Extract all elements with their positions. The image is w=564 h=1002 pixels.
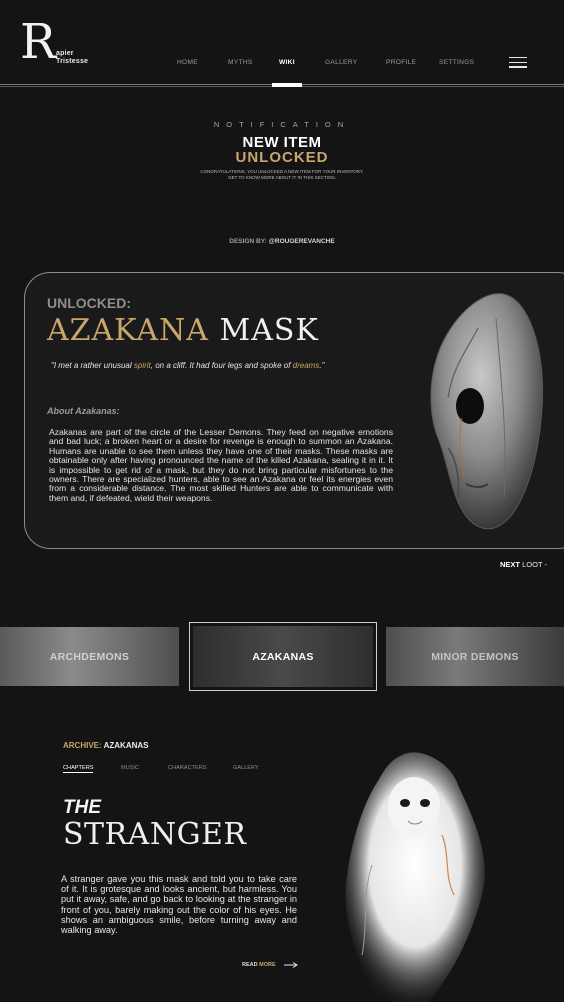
tab-music[interactable]: MUSIC: [121, 765, 139, 771]
nav-item-settings[interactable]: SETTINGS: [439, 59, 474, 66]
design-credit-label: DESIGN BY:: [229, 238, 267, 245]
read-more-link[interactable]: READ MORE: [242, 962, 276, 968]
next-loot-link[interactable]: NEXT LOOT -: [500, 560, 547, 569]
design-credit: DESIGN BY: @ROUGEREVANCHE: [0, 238, 564, 245]
category-label-archdemons: ARCHDEMONS: [49, 650, 130, 663]
nav-item-wiki[interactable]: WIKI: [279, 59, 295, 66]
notification-block: NOTIFICATION NEW ITEM UNLOCKED CONGRATUL…: [0, 120, 564, 180]
main-nav: HOME MYTHS WIKI GALLERY PROFILE SETTINGS: [0, 59, 564, 71]
item-title-part2: MASK: [219, 313, 319, 348]
tab-gallery[interactable]: GALLERY: [233, 765, 259, 771]
about-heading: About Azakanas:: [47, 406, 120, 416]
category-tile-azakanas[interactable]: AZAKANAS: [193, 626, 373, 687]
story-text: A stranger gave you this mask and told y…: [61, 874, 297, 936]
notification-label: NOTIFICATION: [213, 120, 351, 129]
read-more-label: READ: [242, 962, 258, 968]
item-status: UNLOCKED:: [47, 295, 131, 311]
story-title: STRANGER: [63, 817, 247, 852]
nav-item-home[interactable]: HOME: [177, 59, 198, 66]
read-more-highlight: MORE: [259, 962, 276, 968]
azakana-mask-image: [430, 293, 544, 530]
quote-highlight-dreams: dreams: [292, 361, 320, 370]
item-title-part1: AZAKANA: [47, 313, 209, 348]
quote-highlight-spirit: spirit: [133, 361, 151, 370]
item-title: AZAKANA MASK: [47, 313, 319, 348]
tab-chapters[interactable]: CHAPTERS: [63, 765, 94, 773]
nav-item-profile[interactable]: PROFILE: [386, 59, 416, 66]
notification-subtitle: CONGRATULATIONS, YOU UNLOCKED A NEW ITEM…: [0, 169, 564, 180]
notification-title-highlight: UNLOCKED: [235, 149, 329, 166]
archive-label: ARCHIVE: AZAKANAS: [63, 741, 149, 750]
about-text: Azakanas are part of the circle of the L…: [49, 427, 393, 503]
category-label-minor-demons: MINOR DEMONS: [431, 650, 519, 663]
quote-text-3: .": [319, 361, 325, 370]
story-prefix: THE: [63, 797, 101, 818]
next-loot-bold: NEXT: [500, 560, 521, 569]
notification-subtitle-line2: GET TO KNOW MORE ABOUT IT IN THIS SECTIO…: [228, 174, 336, 180]
nav-item-gallery[interactable]: GALLERY: [325, 59, 357, 66]
nav-underline: [0, 83, 564, 88]
hamburger-menu-icon[interactable]: [509, 57, 527, 69]
notification-title: NEW ITEM: [242, 134, 322, 151]
design-credit-handle[interactable]: @ROUGEREVANCHE: [269, 238, 335, 245]
archive-label-prefix: ARCHIVE:: [63, 741, 102, 750]
brand-name-line1: apier: [56, 50, 74, 57]
quote-text-2: , on a cliff. It had four legs and spoke…: [150, 361, 293, 370]
nav-item-myths[interactable]: MYTHS: [228, 59, 253, 66]
item-quote: "I met a rather unusual spirit, on a cli…: [51, 361, 324, 370]
category-tile-archdemons[interactable]: ARCHDEMONS: [0, 627, 179, 686]
category-tile-minor-demons[interactable]: MINOR DEMONS: [386, 627, 564, 686]
stranger-spirit-image: [345, 752, 485, 1002]
active-nav-indicator: [272, 83, 302, 87]
quote-text-1: "I met a rather unusual: [51, 361, 134, 370]
category-label-azakanas: AZAKANAS: [252, 650, 314, 663]
site-header: R apier Tristesse HOME MYTHS WIKI GALLER…: [0, 0, 564, 92]
arrow-right-icon[interactable]: [284, 962, 298, 968]
archive-name: AZAKANAS: [103, 741, 149, 750]
tab-characters[interactable]: CHARACTERS: [168, 765, 207, 771]
next-loot-rest: LOOT -: [522, 560, 547, 569]
